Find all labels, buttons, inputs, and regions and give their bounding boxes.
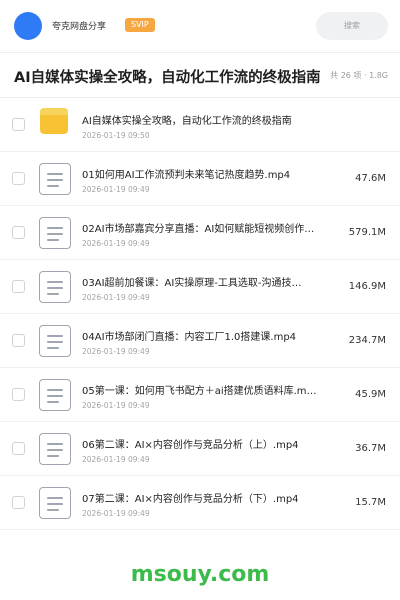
item-name[interactable]: AI自媒体实操全攻略，自动化工作流的终极指南 xyxy=(82,112,344,127)
folder-meta: 共 26 项 · 1.8G xyxy=(328,70,388,81)
file-row[interactable]: 01如何用AI工作流预判未来笔记热度趋势.mp4 2026-01-19 09:49… xyxy=(0,152,400,206)
row-checkbox[interactable] xyxy=(12,442,25,455)
row-checkbox[interactable] xyxy=(12,172,25,185)
item-date: 2026-01-19 09:49 xyxy=(82,509,150,518)
avatar[interactable] xyxy=(14,12,42,40)
item-date: 2026-01-19 09:50 xyxy=(82,131,150,140)
item-name[interactable]: 03AI超前加餐课：AI实操原理-工具选取-沟通技… xyxy=(82,274,344,289)
file-row[interactable]: 02AI市场部嘉宾分享直播：AI如何赋能短视频创作… 2026-01-19 09:… xyxy=(0,206,400,260)
title-row: AI自媒体实操全攻略，自动化工作流的终极指南 共 26 项 · 1.8G xyxy=(0,53,400,97)
item-size: 15.7M xyxy=(355,497,386,508)
item-date: 2026-01-19 09:49 xyxy=(82,455,150,464)
item-date: 2026-01-19 09:49 xyxy=(82,401,150,410)
item-name[interactable]: 02AI市场部嘉宾分享直播：AI如何赋能短视频创作… xyxy=(82,220,344,235)
item-name[interactable]: 06第二课：AI×内容创作与竞品分析（上）.mp4 xyxy=(82,436,344,451)
item-name[interactable]: 05第一课：如何用飞书配方＋ai搭建优质语料库.m… xyxy=(82,382,344,397)
file-video-icon xyxy=(39,325,71,357)
item-date: 2026-01-19 09:49 xyxy=(82,185,150,194)
folder-row[interactable]: AI自媒体实操全攻略，自动化工作流的终极指南 2026-01-19 09:50 xyxy=(0,98,400,152)
row-checkbox[interactable] xyxy=(12,226,25,239)
item-size: 146.9M xyxy=(348,281,386,292)
app-name: 夸克网盘分享 xyxy=(52,22,107,32)
item-name[interactable]: 04AI市场部闭门直播：内容工厂1.0搭建课.mp4 xyxy=(82,328,344,343)
file-video-icon xyxy=(39,433,71,465)
file-row[interactable]: 06第二课：AI×内容创作与竞品分析（上）.mp4 2026-01-19 09:4… xyxy=(0,422,400,476)
item-date: 2026-01-19 09:49 xyxy=(82,293,150,302)
row-checkbox[interactable] xyxy=(12,388,25,401)
file-video-icon xyxy=(39,271,71,303)
watermark: msouy.com xyxy=(130,562,270,587)
item-size: 234.7M xyxy=(348,335,386,346)
file-row[interactable]: 05第一课：如何用飞书配方＋ai搭建优质语料库.m… 2026-01-19 09:… xyxy=(0,368,400,422)
file-video-icon xyxy=(39,487,71,519)
file-video-icon xyxy=(39,379,71,411)
item-size: 45.9M xyxy=(355,389,386,400)
row-checkbox[interactable] xyxy=(12,280,25,293)
row-checkbox[interactable] xyxy=(12,118,25,131)
folder-icon xyxy=(40,108,68,134)
item-name[interactable]: 07第二课：AI×内容创作与竞品分析（下）.mp4 xyxy=(82,490,344,505)
item-size: 36.7M xyxy=(355,443,386,454)
header: 夸克网盘分享 SVIP 搜索 xyxy=(0,0,400,52)
file-video-icon xyxy=(39,217,71,249)
item-date: 2026-01-19 09:49 xyxy=(82,347,150,356)
item-size: 47.6M xyxy=(355,173,386,184)
page-title: AI自媒体实操全攻略，自动化工作流的终极指南 xyxy=(14,70,321,86)
file-row[interactable]: 04AI市场部闭门直播：内容工厂1.0搭建课.mp4 2026-01-19 09:… xyxy=(0,314,400,368)
item-date: 2026-01-19 09:49 xyxy=(82,239,150,248)
svip-badge: SVIP xyxy=(125,18,155,32)
row-checkbox[interactable] xyxy=(12,334,25,347)
search-input[interactable]: 搜索 xyxy=(316,12,388,40)
file-list: AI自媒体实操全攻略，自动化工作流的终极指南 2026-01-19 09:50 01… xyxy=(0,98,400,530)
file-row[interactable]: 07第二课：AI×内容创作与竞品分析（下）.mp4 2026-01-19 09:4… xyxy=(0,476,400,530)
file-video-icon xyxy=(39,163,71,195)
file-row[interactable]: 03AI超前加餐课：AI实操原理-工具选取-沟通技… 2026-01-19 09:… xyxy=(0,260,400,314)
item-size: 579.1M xyxy=(348,227,386,238)
row-checkbox[interactable] xyxy=(12,496,25,509)
item-name[interactable]: 01如何用AI工作流预判未来笔记热度趋势.mp4 xyxy=(82,166,344,181)
